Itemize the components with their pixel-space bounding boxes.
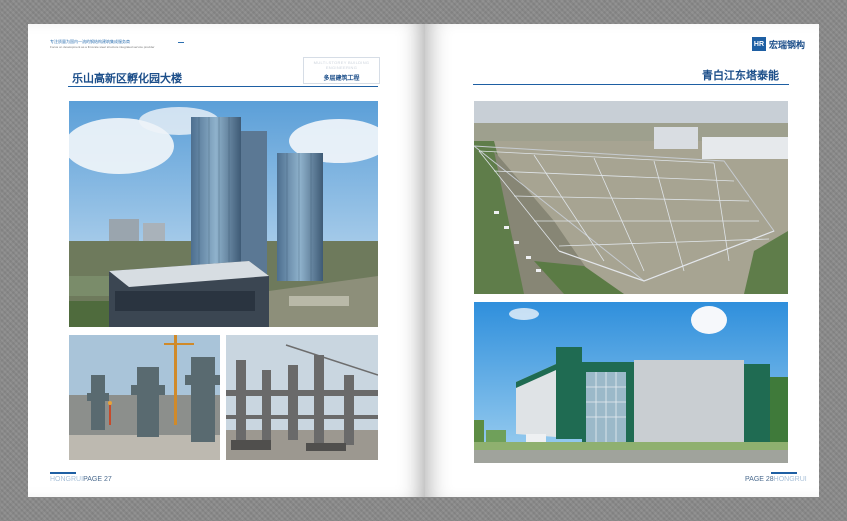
page-title: 乐山高新区孵化园大楼 [72,73,182,85]
page-title: 青白江东塔泰能 [702,70,779,82]
page-number-label: PAGE 27 [83,476,112,483]
title-rule [473,84,789,85]
left-page: 专注质量为国内一流的钢结构建筑集成服务商 Focus on developmen… [28,24,425,497]
page-number-faint: HONGRUI [773,476,807,483]
page-number: HONGRUIPAGE 27 [50,476,112,483]
page-number-label: PAGE 28 [745,476,774,483]
tagline-subtitle: Focus on development as a first-rate ste… [50,45,155,49]
stamp-background-text: MULTI-STOREY BUILDING ENGINEERING [313,60,370,70]
category-stamp: MULTI-STOREY BUILDING ENGINEERING 多层建筑工程 [303,57,380,84]
photo-warehouse-render [474,302,788,463]
photo-steel-columns-2 [226,335,378,460]
logo-mark: HR [751,37,766,51]
footer-bar [771,472,797,474]
photo-incubator-towers [69,101,378,327]
photo-steel-columns-1 [69,335,220,460]
top-rule [178,42,184,43]
page-number-faint: HONGRUI [50,476,84,483]
right-page: HR 宏瑞钢构 青白江东塔泰能 PAGE 28HONGRUI [425,24,819,497]
title-rule [68,86,378,87]
footer-bar [50,472,76,474]
page-number: PAGE 28HONGRUI [745,476,807,483]
logo-text: 宏瑞钢构 [768,39,805,50]
photo-aerial-steel-frame [474,101,788,294]
stamp-label: 多层建筑工程 [323,76,360,82]
tagline: 专注质量为国内一流的钢结构建筑集成服务商 [50,39,130,44]
brand-logo: HR 宏瑞钢构 [751,36,805,52]
